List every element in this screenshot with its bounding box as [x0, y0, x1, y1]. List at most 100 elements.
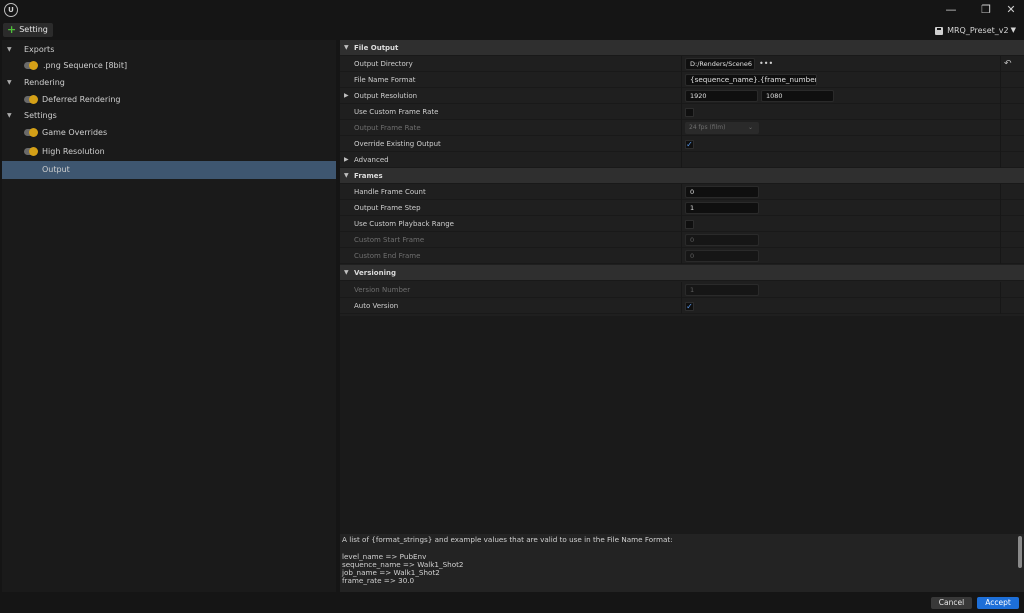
- tree-category-label: Settings: [24, 111, 57, 120]
- title-bar: U — ❐ ✕: [0, 0, 1024, 20]
- resolution-y-field[interactable]: 1080: [761, 90, 834, 102]
- property-label: Custom Start Frame: [354, 236, 425, 244]
- file-name-format-field[interactable]: {sequence_name}.{frame_number}: [685, 74, 817, 86]
- section-versioning[interactable]: ▼ Versioning: [340, 265, 1024, 281]
- section-header: Frames: [354, 172, 383, 180]
- tree-category-settings[interactable]: ▼ Settings: [2, 107, 336, 124]
- property-group-advanced[interactable]: ▶ Advanced: [340, 152, 1024, 168]
- section-frames[interactable]: ▼ Frames: [340, 168, 1024, 184]
- property-label: Override Existing Output: [354, 140, 441, 148]
- dialog-footer: Cancel Accept: [0, 592, 1024, 613]
- frame-rate-dropdown[interactable]: 24 fps (film) ⌄: [685, 122, 759, 134]
- browse-button[interactable]: •••: [759, 56, 773, 72]
- expand-arrow-icon[interactable]: ▶: [344, 152, 349, 168]
- collapse-arrow-icon[interactable]: ▼: [7, 74, 12, 91]
- tree-item-label: Deferred Rendering: [42, 95, 121, 104]
- resolution-x-field[interactable]: 1920: [685, 90, 758, 102]
- section-file-output[interactable]: ▼ File Output: [340, 40, 1024, 56]
- tree-category-exports[interactable]: ▼ Exports: [2, 41, 336, 58]
- tree-item-deferred-rendering[interactable]: Deferred Rendering: [2, 91, 336, 108]
- property-version-number: Version Number 1: [340, 282, 1024, 298]
- description-line: frame_rate => 30.0: [342, 576, 415, 586]
- tree-item-png-sequence[interactable]: .png Sequence [8bit]: [2, 57, 336, 74]
- chevron-down-icon: ▼: [1010, 26, 1016, 34]
- property-label: Output Frame Rate: [354, 124, 421, 132]
- collapse-arrow-icon[interactable]: ▼: [344, 168, 349, 184]
- collapse-arrow-icon[interactable]: ▼: [7, 107, 12, 124]
- enable-toggle[interactable]: [24, 95, 38, 104]
- tree-item-label: .png Sequence [8bit]: [43, 61, 128, 70]
- settings-tree: ▼ Exports .png Sequence [8bit] ▼ Renderi…: [2, 40, 336, 592]
- accept-button[interactable]: Accept: [977, 597, 1019, 609]
- property-file-name-format: File Name Format {sequence_name}.{frame_…: [340, 72, 1024, 88]
- tree-item-label: High Resolution: [42, 147, 105, 156]
- plus-icon: +: [7, 23, 17, 36]
- property-handle-frame-count: Handle Frame Count 0: [340, 184, 1024, 200]
- description-intro: A list of {format_strings} and example v…: [342, 535, 673, 544]
- expand-arrow-icon[interactable]: ▶: [344, 88, 349, 104]
- property-use-custom-frame-rate: Use Custom Frame Rate: [340, 104, 1024, 120]
- save-icon: [935, 26, 944, 35]
- tree-item-high-resolution[interactable]: High Resolution: [2, 143, 336, 160]
- cancel-button[interactable]: Cancel: [931, 597, 972, 609]
- preset-dropdown[interactable]: MRQ_Preset_v2 ▼: [935, 24, 1016, 37]
- enable-toggle[interactable]: [24, 128, 38, 137]
- restore-button[interactable]: ❐: [976, 2, 996, 18]
- section-header: File Output: [354, 44, 399, 52]
- unreal-logo-icon: U: [4, 3, 18, 17]
- tree-category-label: Exports: [24, 45, 55, 54]
- add-setting-button[interactable]: + Setting: [3, 23, 53, 37]
- details-empty-area: [340, 316, 1024, 534]
- add-setting-label: Setting: [19, 25, 48, 34]
- property-label: Handle Frame Count: [354, 188, 426, 196]
- minimize-button[interactable]: —: [941, 2, 961, 18]
- use-custom-frame-rate-checkbox[interactable]: [685, 108, 694, 117]
- collapse-arrow-icon[interactable]: ▼: [344, 265, 349, 281]
- custom-start-frame-field[interactable]: 0: [685, 234, 759, 246]
- section-header: Versioning: [354, 269, 396, 277]
- property-label: Custom End Frame: [354, 252, 421, 260]
- collapse-arrow-icon[interactable]: ▼: [344, 40, 349, 56]
- override-existing-checkbox[interactable]: ✓: [685, 140, 694, 149]
- enable-toggle[interactable]: [24, 147, 38, 156]
- description-text: A list of {format_strings} and example v…: [342, 535, 673, 586]
- chevron-down-icon: ⌄: [747, 124, 753, 131]
- property-label: File Name Format: [354, 76, 416, 84]
- collapse-arrow-icon[interactable]: ▼: [7, 41, 12, 58]
- version-number-field[interactable]: 1: [685, 284, 759, 296]
- tree-category-rendering[interactable]: ▼ Rendering: [2, 74, 336, 91]
- use-custom-playback-checkbox[interactable]: [685, 220, 694, 229]
- tree-item-label: Output: [42, 165, 70, 174]
- property-label: Output Frame Step: [354, 204, 421, 212]
- property-label: Output Resolution: [354, 92, 418, 100]
- description-panel: A list of {format_strings} and example v…: [340, 534, 1024, 592]
- property-output-resolution: ▶ Output Resolution 1920 1080: [340, 88, 1024, 104]
- tree-item-output[interactable]: Output: [2, 161, 336, 179]
- property-output-directory: Output Directory D:/Renders/Scene6 ••• ↶: [340, 56, 1024, 72]
- property-custom-start-frame: Custom Start Frame 0: [340, 232, 1024, 248]
- description-scrollbar[interactable]: [1018, 536, 1022, 568]
- tree-item-label: Game Overrides: [42, 128, 108, 137]
- details-panel: ▼ File Output Output Directory D:/Render…: [340, 40, 1024, 316]
- property-label: Advanced: [354, 156, 389, 164]
- handle-frame-count-field[interactable]: 0: [685, 186, 759, 198]
- tree-item-game-overrides[interactable]: Game Overrides: [2, 124, 336, 141]
- enable-toggle[interactable]: [24, 61, 38, 70]
- tree-category-label: Rendering: [24, 78, 65, 87]
- frame-rate-value: 24 fps (film): [689, 124, 726, 131]
- property-output-frame-step: Output Frame Step 1: [340, 200, 1024, 216]
- custom-end-frame-field[interactable]: 0: [685, 250, 759, 262]
- property-label: Use Custom Playback Range: [354, 220, 454, 228]
- property-auto-version: Auto Version ✓: [340, 298, 1024, 314]
- output-frame-step-field[interactable]: 1: [685, 202, 759, 214]
- property-label: Auto Version: [354, 302, 399, 310]
- close-button[interactable]: ✕: [1001, 2, 1021, 18]
- property-output-frame-rate: Output Frame Rate 24 fps (film) ⌄: [340, 120, 1024, 136]
- auto-version-checkbox[interactable]: ✓: [685, 302, 694, 311]
- property-use-custom-playback-range: Use Custom Playback Range: [340, 216, 1024, 232]
- output-directory-field[interactable]: D:/Renders/Scene6: [685, 58, 755, 70]
- property-label: Output Directory: [354, 60, 413, 68]
- property-override-existing-output: Override Existing Output ✓: [340, 136, 1024, 152]
- preset-label: MRQ_Preset_v2: [947, 26, 1009, 35]
- reset-to-default-icon[interactable]: ↶: [1004, 56, 1012, 72]
